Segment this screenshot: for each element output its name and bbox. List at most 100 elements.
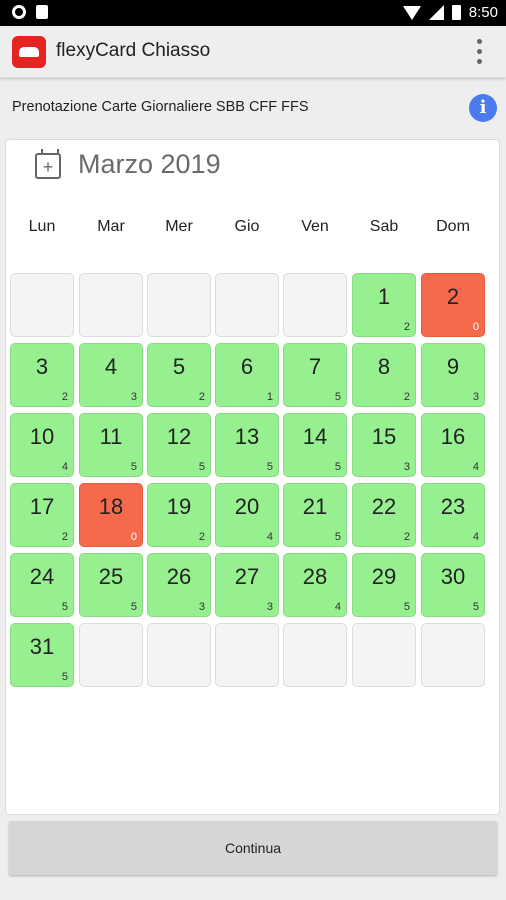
calendar-day-16[interactable]: 16 4 bbox=[421, 413, 485, 477]
availability-count: 5 bbox=[334, 391, 341, 403]
calendar-day-empty bbox=[79, 273, 143, 337]
page-subtitle: Prenotazione Carte Giornaliere SBB CFF F… bbox=[12, 99, 309, 115]
calendar-day-empty bbox=[421, 623, 485, 687]
notification-icon bbox=[12, 5, 26, 19]
calendar-day-empty bbox=[283, 273, 347, 337]
calendar-day-14[interactable]: 14 5 bbox=[283, 413, 347, 477]
status-bar: 8:50 bbox=[0, 0, 506, 26]
calendar-day-31[interactable]: 31 5 bbox=[10, 623, 74, 687]
continue-button[interactable]: Continua bbox=[9, 821, 497, 875]
availability-count: 5 bbox=[266, 461, 273, 473]
availability-count: 0 bbox=[130, 531, 137, 543]
availability-count: 4 bbox=[61, 461, 68, 473]
calendar-day-25[interactable]: 25 5 bbox=[79, 553, 143, 617]
availability-count: 3 bbox=[266, 601, 273, 613]
availability-count: 4 bbox=[266, 531, 273, 543]
calendar-day-empty bbox=[352, 623, 416, 687]
calendar-day-empty bbox=[10, 273, 74, 337]
weekday-label: Dom bbox=[436, 218, 470, 235]
day-number: 2 bbox=[446, 284, 460, 309]
day-number: 30 bbox=[440, 564, 466, 589]
calendar-day-22[interactable]: 22 2 bbox=[352, 483, 416, 547]
day-number: 29 bbox=[371, 564, 397, 589]
availability-count: 2 bbox=[198, 531, 205, 543]
calendar-day-19[interactable]: 19 2 bbox=[147, 483, 211, 547]
app-title: flexyCard Chiasso bbox=[56, 40, 211, 61]
calendar-day-13[interactable]: 13 5 bbox=[215, 413, 279, 477]
calendar-day-empty bbox=[147, 623, 211, 687]
sd-card-icon bbox=[36, 5, 48, 19]
availability-count: 1 bbox=[266, 391, 273, 403]
availability-count: 2 bbox=[403, 321, 410, 333]
calendar-day-empty bbox=[283, 623, 347, 687]
day-number: 19 bbox=[166, 494, 192, 519]
availability-count: 5 bbox=[130, 461, 137, 473]
calendar-day-15[interactable]: 15 3 bbox=[352, 413, 416, 477]
calendar-day-4[interactable]: 43 bbox=[79, 343, 143, 407]
day-number: 16 bbox=[440, 424, 466, 449]
availability-count: 3 bbox=[472, 391, 479, 403]
availability-count: 4 bbox=[472, 531, 479, 543]
calendar-day-5[interactable]: 52 bbox=[147, 343, 211, 407]
calendar-day-23[interactable]: 23 4 bbox=[421, 483, 485, 547]
calendar-day-11[interactable]: 11 5 bbox=[79, 413, 143, 477]
availability-count: 2 bbox=[198, 391, 205, 403]
availability-count: 2 bbox=[403, 531, 410, 543]
weekday-label: Sab bbox=[369, 218, 399, 235]
battery-icon bbox=[451, 5, 461, 20]
availability-count: 5 bbox=[61, 601, 68, 613]
calendar-day-30[interactable]: 30 5 bbox=[421, 553, 485, 617]
calendar-day-18[interactable]: 18 0 bbox=[79, 483, 143, 547]
app-bar: flexyCard Chiasso bbox=[0, 26, 506, 78]
calendar-day-empty bbox=[79, 623, 143, 687]
app-logo-icon bbox=[12, 36, 46, 68]
calendar-day-7[interactable]: 75 bbox=[283, 343, 347, 407]
availability-count: 5 bbox=[334, 461, 341, 473]
day-number: 27 bbox=[234, 564, 260, 589]
calendar-day-empty bbox=[147, 273, 211, 337]
availability-count: 0 bbox=[472, 321, 479, 333]
calendar-card: + Marzo 2019 Lun Mar Mer Gio Ven Sab Dom 12203… bbox=[5, 139, 500, 815]
day-number: 13 bbox=[234, 424, 260, 449]
calendar-day-24[interactable]: 24 5 bbox=[10, 553, 74, 617]
calendar-day-20[interactable]: 20 4 bbox=[215, 483, 279, 547]
info-icon[interactable]: i bbox=[469, 94, 497, 122]
day-number: 12 bbox=[166, 424, 192, 449]
weekday-label: Ven bbox=[301, 218, 329, 235]
calendar-day-3[interactable]: 32 bbox=[10, 343, 74, 407]
calendar-day-8[interactable]: 82 bbox=[352, 343, 416, 407]
calendar-day-1[interactable]: 12 bbox=[352, 273, 416, 337]
calendar-day-21[interactable]: 21 5 bbox=[283, 483, 347, 547]
day-number: 4 bbox=[104, 354, 118, 379]
calendar-day-empty bbox=[215, 623, 279, 687]
weekday-label: Mar bbox=[97, 218, 125, 235]
day-number: 31 bbox=[29, 634, 55, 659]
calendar-day-9[interactable]: 93 bbox=[421, 343, 485, 407]
day-number: 22 bbox=[371, 494, 397, 519]
day-number: 20 bbox=[234, 494, 260, 519]
availability-count: 4 bbox=[472, 461, 479, 473]
calendar-day-12[interactable]: 12 5 bbox=[147, 413, 211, 477]
calendar-day-10[interactable]: 10 4 bbox=[10, 413, 74, 477]
status-time: 8:50 bbox=[468, 4, 498, 21]
weekday-label: Lun bbox=[28, 218, 56, 235]
calendar-day-empty bbox=[215, 273, 279, 337]
calendar-day-2[interactable]: 20 bbox=[421, 273, 485, 337]
availability-count: 4 bbox=[334, 601, 341, 613]
calendar-day-29[interactable]: 29 5 bbox=[352, 553, 416, 617]
day-number: 25 bbox=[98, 564, 124, 589]
day-number: 21 bbox=[302, 494, 328, 519]
calendar-day-17[interactable]: 17 2 bbox=[10, 483, 74, 547]
calendar-day-6[interactable]: 61 bbox=[215, 343, 279, 407]
calendar-day-26[interactable]: 26 3 bbox=[147, 553, 211, 617]
day-number: 23 bbox=[440, 494, 466, 519]
day-number: 26 bbox=[166, 564, 192, 589]
availability-count: 5 bbox=[130, 601, 137, 613]
day-number: 7 bbox=[308, 354, 322, 379]
weekday-label: Mer bbox=[165, 218, 193, 235]
overflow-menu-icon[interactable] bbox=[477, 39, 482, 64]
day-number: 24 bbox=[29, 564, 55, 589]
calendar-day-28[interactable]: 28 4 bbox=[283, 553, 347, 617]
calendar-day-27[interactable]: 27 3 bbox=[215, 553, 279, 617]
availability-count: 5 bbox=[334, 531, 341, 543]
